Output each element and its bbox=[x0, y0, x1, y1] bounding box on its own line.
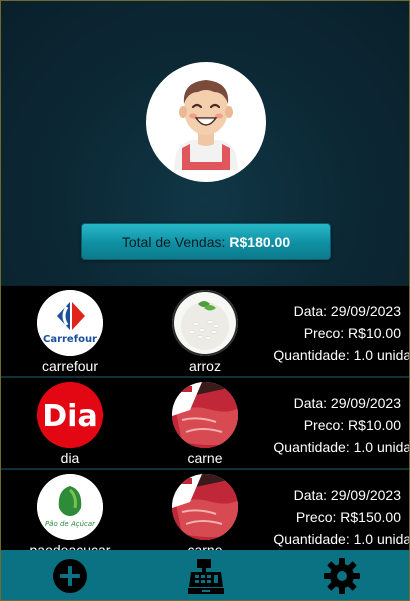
store-name: carrefour bbox=[41, 358, 99, 374]
total-sales-button[interactable]: Total de Vendas: R$180.00 bbox=[81, 223, 331, 260]
meat-pack-icon bbox=[172, 382, 238, 448]
product-image-rice bbox=[172, 290, 238, 356]
app-window: Total de Vendas: R$180.00 Carrefour carr… bbox=[0, 0, 410, 601]
paodeacucar-logo-icon: Pão de Açúcar bbox=[37, 474, 103, 540]
add-button[interactable] bbox=[52, 558, 88, 594]
meat-pack-icon bbox=[172, 474, 238, 540]
sale-row[interactable]: Pão de Açúcar paodeacucar carne Data: 29… bbox=[1, 470, 409, 550]
sale-date: Data: 29/09/2023 bbox=[293, 303, 401, 319]
paodeacucar-logo: Pão de Açúcar bbox=[37, 474, 103, 540]
dia-logo: Dia bbox=[37, 382, 103, 448]
sale-date: Data: 29/09/2023 bbox=[293, 395, 401, 411]
sales-list[interactable]: Carrefour carrefour arroz Data: 29/09/20… bbox=[1, 286, 409, 550]
user-avatar-icon bbox=[174, 80, 238, 170]
sale-date: Data: 29/09/2023 bbox=[293, 487, 401, 503]
sale-row[interactable]: Carrefour carrefour arroz Data: 29/09/20… bbox=[1, 286, 409, 376]
carrefour-logo-text: Carrefour bbox=[43, 334, 97, 345]
sale-info: Data: 29/09/2023 Preco: R$150.00 Quantid… bbox=[249, 484, 409, 550]
dia-logo-text: Dia bbox=[42, 399, 97, 434]
sale-price: Preco: R$10.00 bbox=[303, 417, 401, 433]
profile-header: Total de Vendas: R$180.00 bbox=[1, 1, 409, 285]
sale-price: Preco: R$150.00 bbox=[295, 509, 401, 525]
carrefour-logo-icon: Carrefour bbox=[37, 290, 103, 356]
sale-price: Preco: R$10.00 bbox=[303, 325, 401, 341]
settings-button[interactable] bbox=[323, 557, 361, 595]
product-image-meat bbox=[172, 474, 238, 540]
sale-info: Data: 29/09/2023 Preco: R$10.00 Quantida… bbox=[249, 392, 409, 458]
cash-register-icon bbox=[188, 559, 224, 594]
dia-logo-icon: Dia bbox=[37, 382, 103, 448]
sale-row[interactable]: Dia dia carne Data: 29/09/2023 Preco: R$… bbox=[1, 378, 409, 468]
sale-quantity: Quantidade: 1.0 unidad bbox=[273, 531, 409, 547]
gear-icon bbox=[324, 558, 360, 594]
store-name: paodeacucar bbox=[29, 542, 111, 550]
paodeacucar-logo-text: Pão de Açúcar bbox=[45, 520, 96, 528]
sale-info: Data: 29/09/2023 Preco: R$10.00 Quantida… bbox=[249, 300, 409, 366]
rice-bowl-icon bbox=[172, 290, 238, 356]
store-name: dia bbox=[60, 450, 80, 466]
carrefour-logo: Carrefour bbox=[37, 290, 103, 356]
total-sales-value: R$180.00 bbox=[229, 233, 291, 250]
sale-quantity: Quantidade: 1.0 unidad bbox=[273, 347, 409, 363]
bottom-nav bbox=[1, 550, 409, 600]
add-circle-icon bbox=[53, 559, 87, 593]
total-sales-label: Total de Vendas: bbox=[121, 233, 226, 250]
avatar[interactable] bbox=[146, 62, 266, 182]
product-image-meat bbox=[172, 382, 238, 448]
sale-quantity: Quantidade: 1.0 unidad bbox=[273, 439, 409, 455]
register-button[interactable] bbox=[187, 557, 225, 595]
